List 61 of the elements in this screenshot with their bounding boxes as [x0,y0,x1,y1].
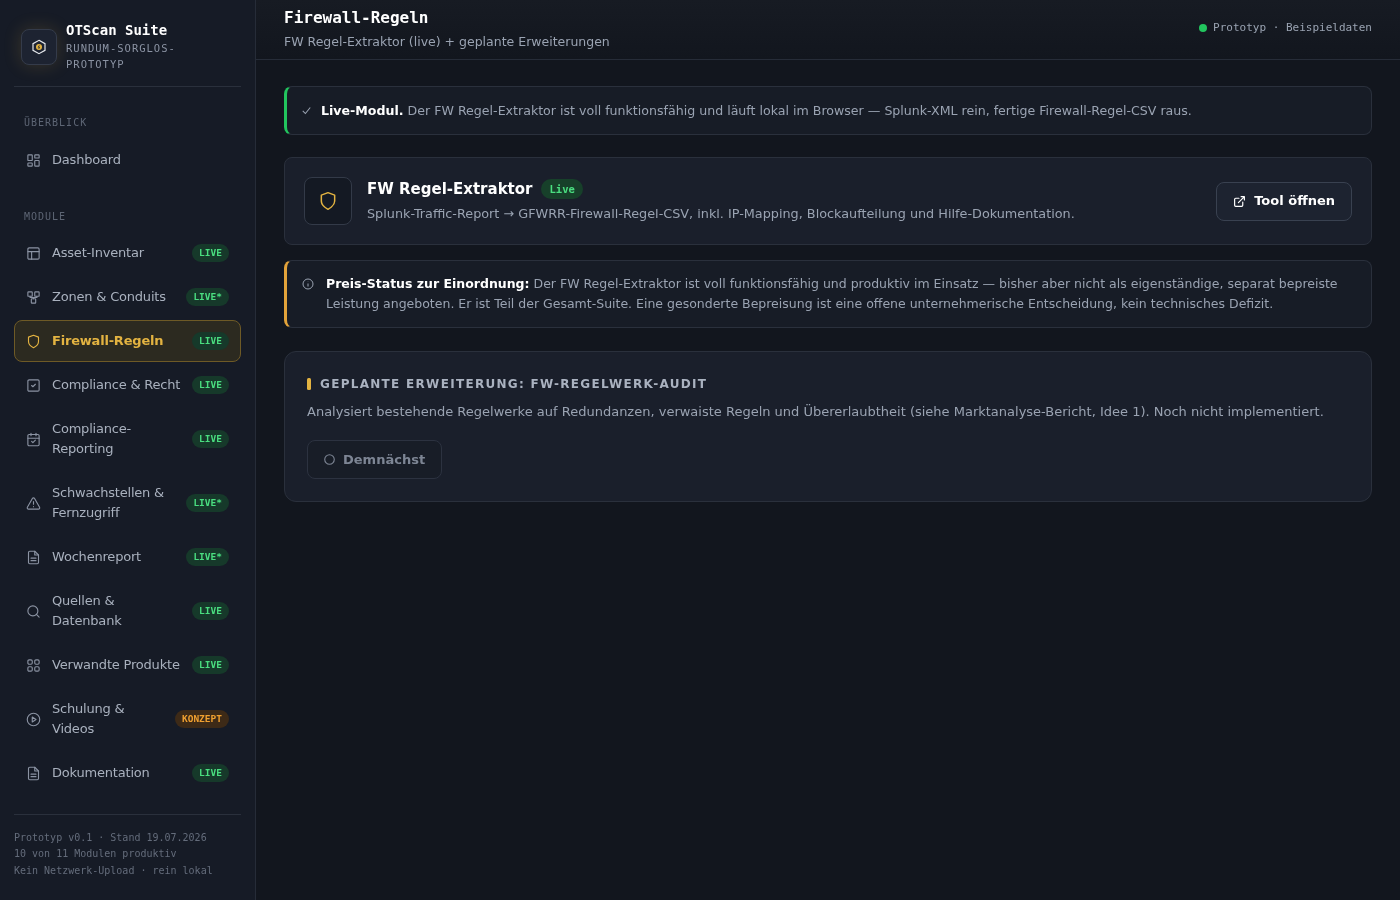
status-badge: LIVE [192,332,229,350]
dashboard-icon [26,152,41,168]
shield-icon [304,177,352,225]
price-notice-text: Preis-Status zur Einordnung: Der FW Regel-Extraktor ist voll funktionsfähig und produktiv im Einsatz — bisher aber nicht als eigenständige, separat bepreiste Leistung angeboten. Er ist Teil der Gesamt-Suite. Eine gesonderte Bepreisung ist eine offene unternehmerische Entscheidung, kein technisches Defizit. [326,275,1339,313]
status-text: Prototyp · Beispieldaten [1213,21,1372,35]
table-icon [26,245,41,261]
warning-icon [26,495,41,511]
sidebar-item[interactable]: Schwachstellen & Fernzugriff LIVE* [14,472,241,534]
document-icon [26,765,41,781]
status-dot-icon [1199,24,1208,32]
footer-text: Kein Netzwerk-Upload · rein lokal [14,863,214,878]
brand-title: OTScan Suite [66,22,169,38]
logo-icon [21,29,57,65]
sidebar-item[interactable]: Schulung & Videos KONZEPT [14,688,241,750]
sidebar-item[interactable]: Wochenreport LIVE* [14,536,241,578]
sidebar-item[interactable]: Dashboard [14,139,241,181]
document-icon [26,549,41,565]
status-badge: LIVE* [186,494,229,512]
extension-description: Analysiert bestehende Regelwerke auf Redundanzen, verwaiste Regeln und Übererlaubtheit (siehe Marktanalyse-Bericht, Idee 1). Noch nicht implementiert. [307,403,1325,421]
open-tool-button[interactable]: Tool öffnen [1216,181,1352,221]
status-badge: LIVE [192,764,229,782]
footer-text: Prototyp v0.1 · Stand 19.07.2026 [14,830,208,845]
sidebar-item[interactable]: Asset-Inventar LIVE [14,232,241,274]
sidebar-item[interactable]: Dokumentation LIVE [14,752,241,794]
status-badge: KONZEPT [174,710,229,728]
sidebar-item[interactable]: Firewall-Regeln LIVE [14,320,241,362]
status-badge: LIVE* [186,548,229,566]
section-label: MODULE [23,210,68,224]
extension-heading: GEPLANTE ERWEITERUNG: FW-REGELWERK-AUDIT [320,376,708,392]
status-badge: LIVE [192,376,229,394]
status-badge: LIVE* [186,288,229,306]
sidebar-item[interactable]: Verwandte Produkte LIVE [14,644,241,686]
status-badge: LIVE [192,656,229,674]
status-badge: LIVE [192,430,229,448]
status-badge: LIVE [192,602,229,620]
info-icon [302,278,314,290]
grid-icon [26,657,41,673]
sidebar-item[interactable]: Zonen & Conduits LIVE* [14,276,241,318]
section-label: ÜBERBLICK [23,116,89,130]
sidebar-item[interactable]: Compliance-Reporting LIVE [14,408,241,470]
check-icon [302,106,311,115]
sidebar-item[interactable]: Quellen & Datenbank LIVE [14,580,241,642]
play-circle-icon [26,711,41,727]
external-link-icon [1233,194,1247,208]
network-boxes-icon [26,289,41,305]
live-badge: Live [541,179,583,199]
accent-bar-icon [307,378,311,390]
brand-subtitle: RUNDUM-SORGLOS-PROTOTYP [66,41,177,72]
live-notice-text: Live-Modul. Der FW Regel-Extraktor ist voll funktionsfähig und läuft lokal im Browser — Splunk-XML rein, fertige Firewall-Regel-CSV raus. [321,101,1192,120]
footer-text: 10 von 11 Modulen produktiv [14,847,178,861]
circle-icon [324,454,335,465]
shield-icon [26,333,41,349]
sidebar-item[interactable]: Compliance & Recht LIVE [14,364,241,406]
search-icon [26,603,41,619]
page-subtitle: FW Regel-Extraktor (live) + geplante Erweiterungen [284,33,610,51]
calendar-check-icon [26,431,41,447]
tool-title: FW Regel-Extraktor [367,179,533,199]
checkbox-icon [26,377,41,393]
status-badge: LIVE [192,244,229,262]
page-title: Firewall-Regeln [284,8,430,28]
tool-description: Splunk-Traffic-Report → GFWRR-Firewall-Regel-CSV, inkl. IP-Mapping, Blockaufteilung und Hilfe-Dokumentation. [367,205,1076,223]
